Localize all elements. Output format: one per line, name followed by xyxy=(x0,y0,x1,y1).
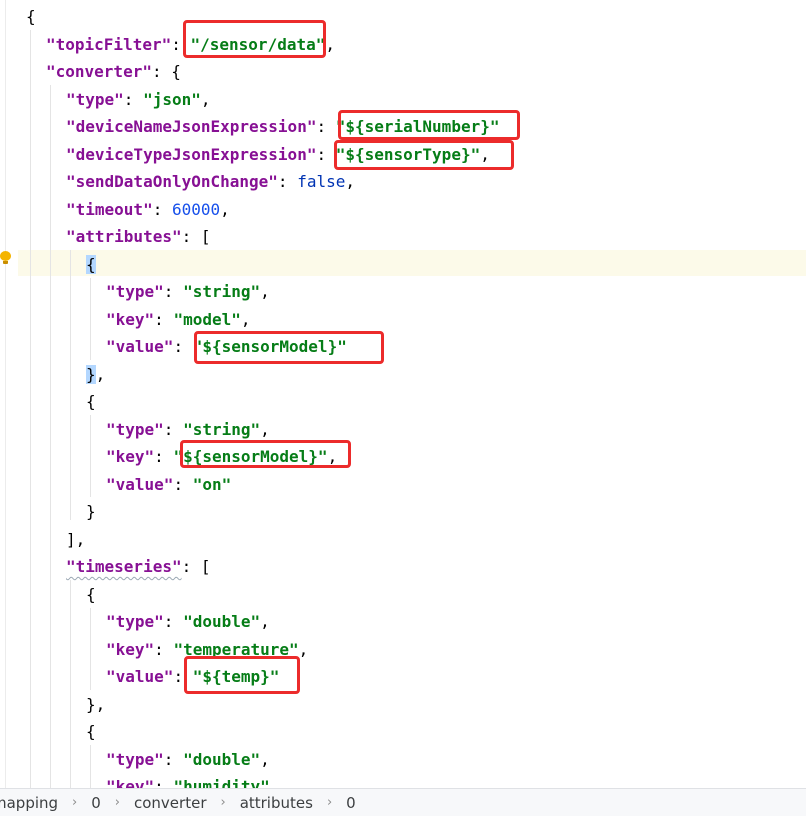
breadcrumb-chevron-icon: › xyxy=(326,795,333,810)
code-line: "deviceTypeJsonExpression": "${sensorTyp… xyxy=(66,145,490,164)
breadcrumb-chevron-icon: › xyxy=(220,795,226,810)
code-line: "key": "humidity", xyxy=(106,777,280,788)
json-editor[interactable]: { "topicFilter": "/sensor/data", "conver… xyxy=(0,0,806,788)
breadcrumb-item[interactable]: mapping xyxy=(0,794,62,812)
code-line: } xyxy=(86,502,96,521)
code-line: "type": "string", xyxy=(106,282,270,301)
breadcrumb-item[interactable]: 0 xyxy=(342,794,360,812)
code-line: "timeseries": [ xyxy=(66,557,211,576)
breadcrumb-item[interactable]: 0 xyxy=(87,794,105,812)
matched-brace: } xyxy=(86,365,96,384)
code-line: "converter": { xyxy=(46,62,181,81)
breadcrumb-item[interactable]: attributes xyxy=(236,794,317,812)
code-line: "key": "model", xyxy=(106,310,251,329)
code-line: "topicFilter": "/sensor/data", xyxy=(46,35,335,54)
code-line: }, xyxy=(86,365,106,384)
breadcrumb-chevron-icon: › xyxy=(114,795,120,810)
code-line: "type": "double", xyxy=(106,612,270,631)
code-line: { xyxy=(86,392,96,411)
code-line: { xyxy=(26,7,36,26)
code-line: "key": "${sensorModel}", xyxy=(106,447,338,466)
code-line: ], xyxy=(66,530,86,549)
code-line: "deviceNameJsonExpression": "${serialNum… xyxy=(66,117,500,136)
code-line: "type": "double", xyxy=(106,750,270,769)
code-line: "value": "${temp}" xyxy=(106,667,280,686)
code-line: "key": "temperature", xyxy=(106,640,309,659)
matched-brace: { xyxy=(86,255,96,274)
code-line: "type": "string", xyxy=(106,420,270,439)
code-line: { xyxy=(86,585,96,604)
code-line: "timeout": 60000, xyxy=(66,200,230,219)
code-line: "attributes": [ xyxy=(66,227,211,246)
code-line: "type": "json", xyxy=(66,90,211,109)
breadcrumb-item[interactable]: converter xyxy=(130,794,210,812)
code-line: }, xyxy=(86,695,106,714)
code-line: { xyxy=(0,251,806,278)
code-line: "value": "${sensorModel}" xyxy=(106,337,347,356)
code-line: { xyxy=(86,722,96,741)
code-line: "value": "on" xyxy=(106,475,232,494)
breadcrumb: mapping › 0 › converter › attributes › 0 xyxy=(0,788,806,816)
typo-warning: "timeseries" xyxy=(66,557,182,576)
breadcrumb-chevron-icon: › xyxy=(72,795,78,810)
code-line: "sendDataOnlyOnChange": false, xyxy=(66,172,355,191)
